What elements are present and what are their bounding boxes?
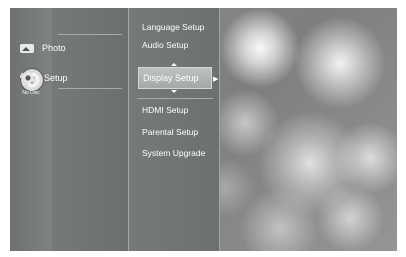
category-item-setup[interactable]: Setup [20, 68, 68, 88]
scroll-up-icon [171, 63, 177, 66]
submenu-item-language-setup[interactable]: Language Setup [142, 22, 204, 32]
category-divider [58, 88, 122, 89]
arrow-right-icon: ▶ [213, 76, 219, 83]
submenu-item-audio-setup[interactable]: Audio Setup [142, 40, 188, 50]
submenu-item-system-upgrade[interactable]: System Upgrade [142, 148, 205, 158]
gear-icon [20, 70, 36, 86]
category-label: Setup [44, 73, 68, 83]
menu-screen: No Disc Photo Setup ◀ Language Setup Aud… [10, 8, 397, 251]
submenu-divider [137, 98, 213, 99]
scroll-down-icon [171, 90, 177, 93]
submenu-item-parental-setup[interactable]: Parental Setup [142, 127, 198, 137]
submenu-item-display-setup[interactable]: Display Setup [138, 67, 212, 89]
submenu-item-label: Display Setup [143, 73, 199, 83]
photo-icon [20, 43, 34, 53]
category-label: Photo [42, 43, 66, 53]
submenu-item-hdmi-setup[interactable]: HDMI Setup [142, 105, 188, 115]
category-divider [58, 34, 122, 35]
category-item-photo[interactable]: Photo [20, 38, 66, 58]
disc-label: No Disc [22, 90, 40, 96]
